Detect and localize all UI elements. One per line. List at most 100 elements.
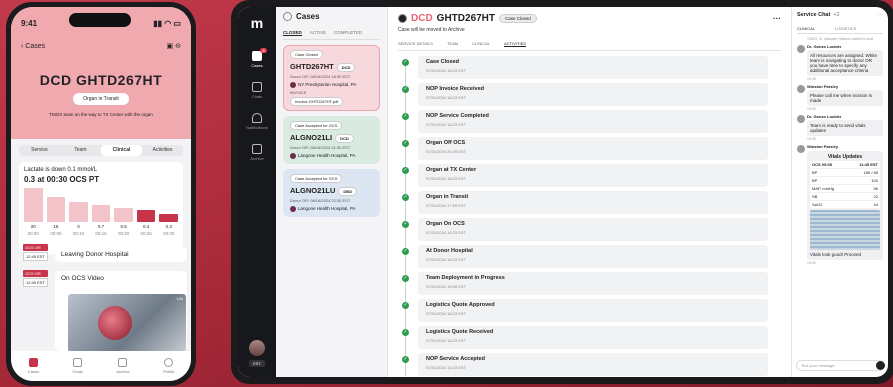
activity-item[interactable]: ✓ NOP Service Completed 07/31/2024 18:23 E… bbox=[402, 110, 781, 137]
hospital-icon bbox=[290, 153, 296, 159]
more-icon[interactable]: ··· bbox=[773, 14, 781, 23]
sidebar-label: Notifications bbox=[246, 125, 268, 130]
activity-item[interactable]: ✓ Organ Off OCS 07/31/2024 20:29 EST bbox=[402, 137, 781, 164]
tab-team[interactable]: TEAM bbox=[447, 41, 458, 47]
lactate-bar bbox=[46, 196, 66, 222]
case-detail-title: GHTD267HT bbox=[436, 13, 496, 24]
signal-icon: ▮▮ ◠ ▭ bbox=[153, 19, 181, 28]
activity-timestamp: 07/31/2024 16:23 EST bbox=[426, 230, 467, 235]
back-button[interactable]: ‹ Cases bbox=[21, 43, 45, 50]
lactate-bar-time: 00:15 bbox=[95, 231, 107, 236]
lactate-bar-value: 20 bbox=[30, 224, 36, 229]
tab-clinical[interactable]: Clinical bbox=[101, 145, 142, 156]
donor-time: Donor OR: 08/16/2024 22:30 EST bbox=[290, 198, 351, 203]
back-circle-icon[interactable] bbox=[283, 12, 292, 21]
check-icon: ✓ bbox=[402, 194, 409, 201]
tab-completed[interactable]: COMPLETED bbox=[334, 30, 362, 36]
activity-card: Organ in Transit 07/31/2024 17:09 EST bbox=[418, 191, 768, 214]
activity-timestamp: 07/31/2024 18:23 EST bbox=[426, 257, 467, 262]
check-icon: ✓ bbox=[402, 248, 409, 255]
activity-item[interactable]: ✓ At Donor Hospital 07/31/2024 18:23 EST bbox=[402, 245, 781, 272]
check-icon: ✓ bbox=[402, 356, 409, 363]
status-pill: Organ in Transit bbox=[73, 93, 129, 105]
activity-item[interactable]: ✓ Organ at TX Center 07/31/2024 18:23 EST bbox=[402, 164, 781, 191]
nav-profile[interactable]: Profile bbox=[163, 358, 174, 374]
ocs-video[interactable]: 12s bbox=[68, 294, 186, 352]
case-card[interactable]: Case Accepted for OCS ALGNO21LI DCD Donor O… bbox=[283, 116, 380, 164]
activity-timestamp: 07/31/2024 17:09 EST bbox=[426, 203, 467, 208]
sidebar-item-cases[interactable]: 8 Cases bbox=[251, 48, 267, 68]
monitor-image[interactable] bbox=[810, 210, 880, 250]
nav-chats[interactable]: Chats bbox=[72, 358, 83, 374]
tab-closed[interactable]: CLOSED bbox=[283, 30, 302, 36]
chat-title: Service Chat bbox=[797, 12, 831, 18]
phone-frame: 9:41 ▮▮ ◠ ▭ ‹ Cases ▣ ⊖ DCD GHTD267HT Or… bbox=[6, 2, 196, 386]
case-tabs: CLOSED ACTIVE COMPLETED bbox=[283, 30, 380, 40]
more-icon[interactable]: ··· bbox=[878, 12, 884, 18]
lactate-bar-time: 00:20 bbox=[117, 231, 130, 236]
activity-item[interactable]: ✓ Case Closed 07/31/2024 18:23 EST bbox=[402, 56, 781, 83]
chat-icon[interactable]: ▣ bbox=[167, 43, 174, 50]
hospital-name: Langone Health Hospital, PA bbox=[298, 206, 356, 212]
vitals-label: BP bbox=[812, 170, 818, 175]
activity-item[interactable]: ✓ Organ in Transit 07/31/2024 17:09 EST bbox=[402, 191, 781, 218]
activity-timestamp: 07/31/2024 18:23 EST bbox=[426, 176, 467, 181]
activity-timestamp: 07/31/2024 18:23 EST bbox=[426, 122, 467, 127]
nav-label: Archive bbox=[116, 369, 130, 374]
avatar bbox=[797, 45, 805, 53]
tab-activities[interactable]: ACTIVITIES bbox=[504, 41, 526, 47]
activity-name: NOP Invoice Received bbox=[426, 86, 484, 92]
sidebar-item-notifications[interactable]: Notifications bbox=[246, 113, 268, 130]
lactate-bar bbox=[159, 213, 179, 222]
tab-team[interactable]: Team bbox=[60, 145, 101, 156]
avatar[interactable] bbox=[249, 340, 265, 356]
tab-logistics-chat[interactable]: LOGISTICS bbox=[835, 26, 856, 31]
tab-active[interactable]: ACTIVE bbox=[310, 30, 326, 36]
activity-name: Organ On OCS bbox=[426, 221, 465, 227]
more-icon[interactable]: ⊖ bbox=[175, 43, 181, 50]
activity-item[interactable]: ✓ Organ On OCS 07/31/2024 16:23 EST bbox=[402, 218, 781, 245]
vitals-value: 44 bbox=[873, 202, 878, 207]
chat-input[interactable]: Text your message bbox=[796, 360, 885, 371]
activity-item[interactable]: ✓ Logistics Quote Approved 07/31/2024 18:2… bbox=[402, 299, 781, 326]
case-list: Cases CLOSED ACTIVE COMPLETED Case Close… bbox=[276, 7, 388, 377]
vitals-value: 22 bbox=[873, 194, 878, 199]
nav-archive[interactable]: Archive bbox=[116, 358, 130, 374]
case-card[interactable]: Case Accepted for OCS ALGNO21LU DBD Donor O… bbox=[283, 169, 380, 217]
message-author: Winston Parsley bbox=[807, 84, 839, 89]
sidebar-item-chats[interactable]: Chats bbox=[252, 82, 262, 99]
profile-icon bbox=[164, 358, 174, 367]
back-circle-icon[interactable] bbox=[398, 14, 407, 23]
activity-name: NOP Service Accepted bbox=[426, 356, 486, 362]
tab-service-details[interactable]: SERVICE DETAILS bbox=[398, 41, 433, 47]
send-icon[interactable] bbox=[876, 361, 885, 370]
lactate-bar-time: 00:00 bbox=[27, 231, 39, 236]
event-time: 12:45 EST bbox=[23, 252, 48, 261]
tab-clinical-chat[interactable]: CLINICAL bbox=[797, 26, 815, 31]
check-icon: ✓ bbox=[402, 329, 409, 336]
detail-tabs: SERVICE DETAILS TEAM CLINICAL ACTIVITIES bbox=[398, 41, 781, 51]
check-icon: ✓ bbox=[402, 113, 409, 120]
tab-clinical[interactable]: CLINICAL bbox=[472, 41, 490, 47]
activity-name: Logistics Quote Received bbox=[426, 329, 494, 335]
event-card[interactable]: Leaving Donor Hospital bbox=[55, 247, 187, 262]
case-cards: Case Closed GHTD267HT DCD Donor OR: 08/16/2… bbox=[283, 45, 380, 217]
activity-item[interactable]: ✓ Team Deployment in Progress 07/31/2024 1… bbox=[402, 272, 781, 299]
message-author: Dr. Gonzo Lucider bbox=[807, 44, 842, 49]
invoice-file[interactable]: Invoice GHTD267HT.pdf bbox=[290, 97, 344, 106]
tab-service[interactable]: Service bbox=[19, 145, 60, 156]
nav-cases[interactable]: Cases bbox=[28, 358, 39, 374]
activity-item[interactable]: ✓ NOP Invoice Received 07/31/2024 18:23 ES… bbox=[402, 83, 781, 110]
case-card[interactable]: Case Closed GHTD267HT DCD Donor OR: 08/16/2… bbox=[283, 45, 380, 111]
tablet-screen: m 8 Cases Chats Notifications Archive ES… bbox=[238, 7, 888, 377]
lactate-card[interactable]: Lactate is down 0.1 mmol/L 0.3 at 00:30 … bbox=[19, 162, 183, 254]
activity-item[interactable]: ✓ NOP Service Accepted 07/31/2024 18:23 ES… bbox=[402, 353, 781, 377]
activity-item[interactable]: ✓ Logistics Quote Received 07/31/2024 18:2… bbox=[402, 326, 781, 353]
sidebar-item-archive[interactable]: Archive bbox=[250, 144, 264, 161]
activity-card: Team Deployment in Progress 07/31/2024 18… bbox=[418, 272, 768, 295]
activity-timestamp: 07/31/2024 18:09 EST bbox=[426, 284, 467, 289]
activity-card: Case Closed 07/31/2024 18:23 EST bbox=[418, 56, 768, 79]
case-list-header: Cases bbox=[283, 12, 380, 21]
tab-activities[interactable]: Activities bbox=[142, 145, 183, 156]
heart-image bbox=[98, 306, 132, 340]
